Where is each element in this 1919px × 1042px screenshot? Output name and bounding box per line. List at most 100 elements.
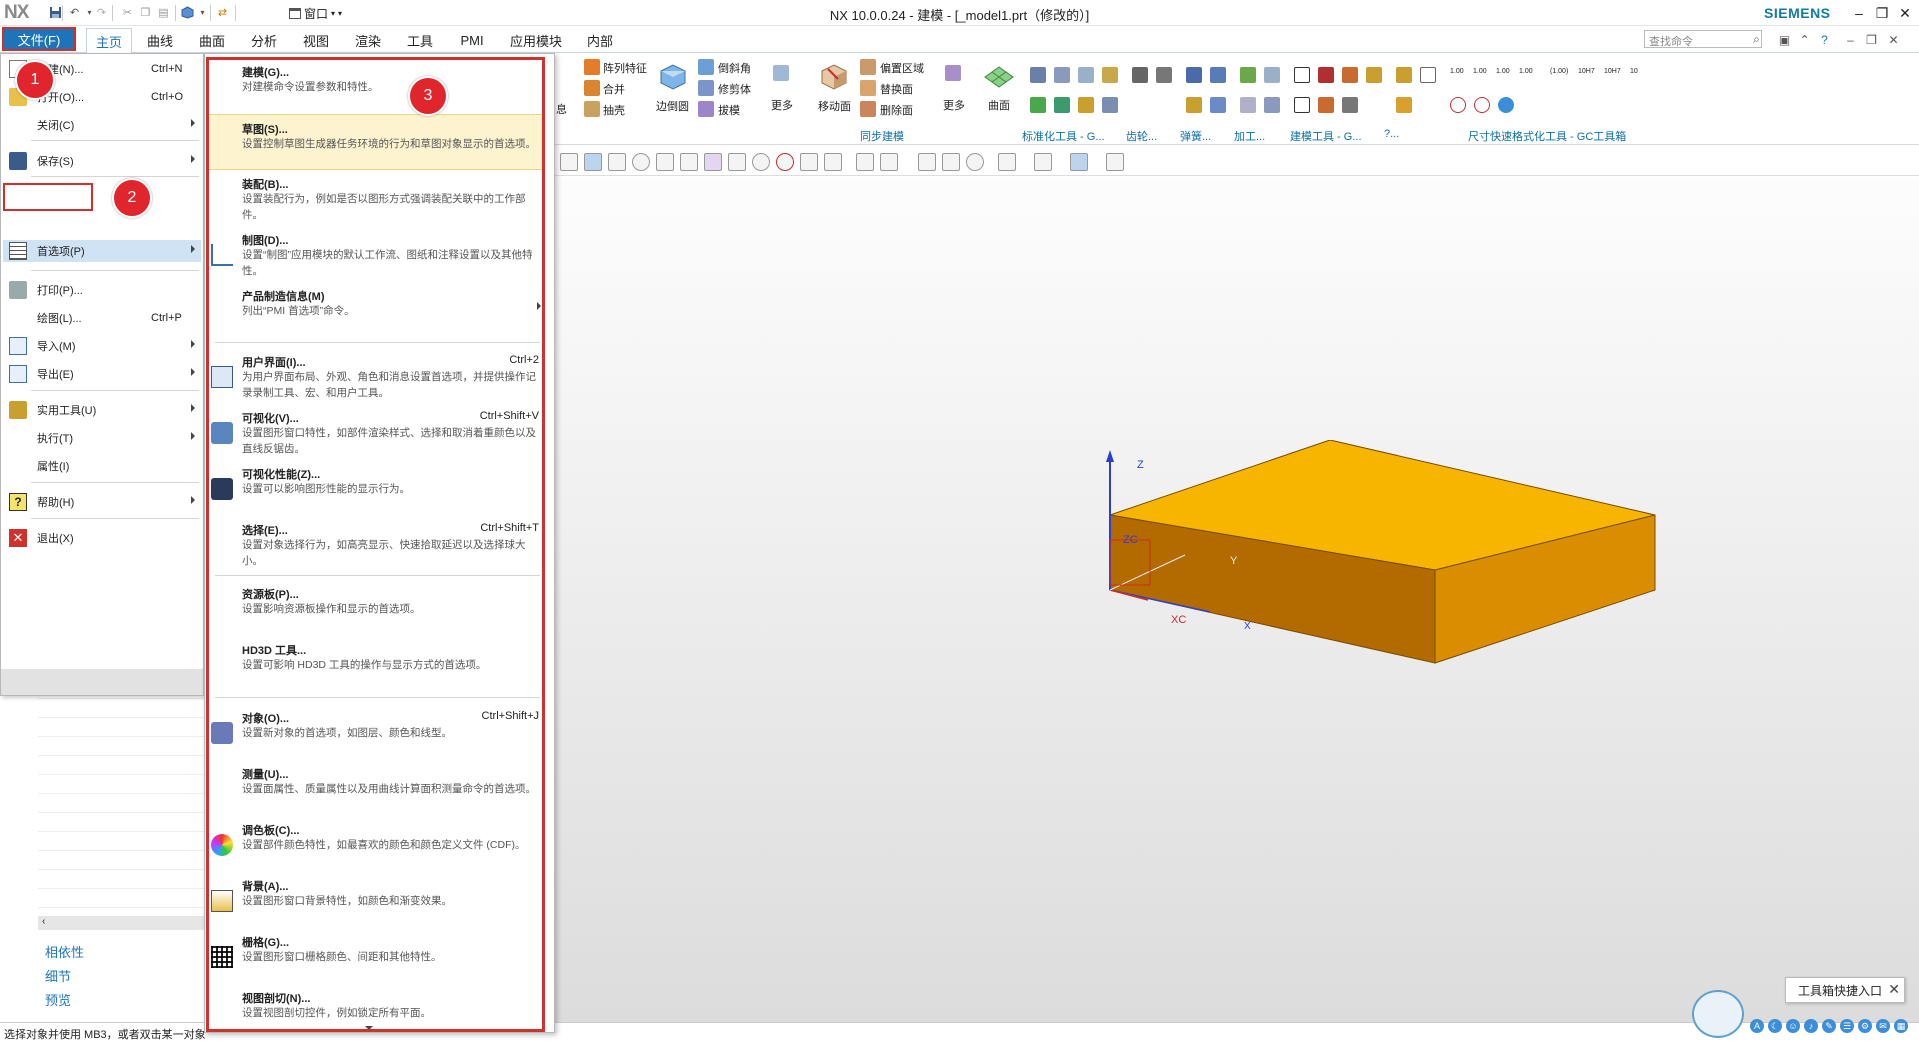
scroll-left-icon[interactable]: ‹ [42, 916, 45, 927]
modeling-tool-icon[interactable] [1318, 67, 1334, 83]
pref-pmi[interactable]: 产品制造信息(M) 列出“PMI 首选项”命令。 [207, 282, 545, 338]
tray-icon[interactable]: ✎ [1822, 1019, 1836, 1033]
plus-icon[interactable] [800, 153, 818, 171]
pref-drafting[interactable]: 制图(D)... 设置“制图”应用模块的默认工作流、图纸和注释设置以及其他特性。 [207, 226, 545, 282]
file-menu-help[interactable]: ? 帮助(H) [3, 491, 201, 513]
tab-surface[interactable]: 曲面 [192, 30, 232, 50]
chamfer-label[interactable]: 倒斜角 [718, 60, 751, 76]
intersect-icon[interactable] [728, 153, 746, 171]
gear-tool-icon[interactable] [1156, 67, 1172, 83]
shell-icon[interactable] [584, 101, 600, 117]
file-menu-export[interactable]: 导出(E) [3, 363, 201, 385]
tab-curve[interactable]: 曲线 [140, 30, 180, 50]
save-icon[interactable] [48, 5, 63, 20]
tolerance-label[interactable]: 10 [1630, 68, 1638, 75]
tray-icon[interactable]: ♪ [1804, 1019, 1818, 1033]
window-menu[interactable]: 窗口 ▾ ▾ [289, 3, 342, 23]
machining-tool-icon[interactable] [1240, 97, 1256, 113]
pattern-feature-icon[interactable] [584, 59, 600, 75]
minimize-button[interactable]: – [1848, 3, 1870, 23]
fit-icon[interactable] [918, 153, 936, 171]
offset-region-label[interactable]: 偏置区域 [880, 60, 924, 76]
pref-assemblies[interactable]: 装配(B)... 设置装配行为，例如是否以图形方式强调装配关联中的工作部件。 [207, 170, 545, 226]
restore-button[interactable]: ❐ [1871, 3, 1893, 23]
search-icon[interactable]: ⌕ [1748, 31, 1765, 48]
delete-face-icon[interactable] [860, 101, 876, 117]
dimension-format-icon[interactable] [1420, 67, 1436, 83]
tab-view[interactable]: 视图 [296, 30, 336, 50]
close-button[interactable]: ✕ [1894, 3, 1916, 23]
tolerance-label[interactable]: 1.00 [1519, 68, 1533, 75]
pref-user-interface[interactable]: 用户界面(I)... Ctrl+2 为用户界面布局、外观、角色和消息设置首选项，… [207, 348, 545, 404]
edge-blend-icon[interactable] [657, 59, 689, 91]
draft-label[interactable]: 拔模 [718, 102, 740, 118]
view-options-icon[interactable] [1106, 153, 1124, 171]
tab-render[interactable]: 渲染 [348, 30, 388, 50]
pref-visualization-performance[interactable]: 可视化性能(Z)... 设置可以影响图形性能的显示行为。 [207, 460, 545, 516]
tolerance-label[interactable]: 10H7 [1578, 68, 1595, 75]
nav-details[interactable]: 细节 [45, 966, 71, 985]
nav-preview[interactable]: 预览 [45, 990, 71, 1009]
tray-icon[interactable]: ▦ [1894, 1019, 1908, 1033]
spline-icon[interactable] [704, 153, 722, 171]
file-menu-close[interactable]: 关闭(C) [3, 114, 201, 136]
render-style-icon[interactable] [1034, 153, 1052, 171]
center-icon[interactable] [752, 153, 770, 171]
snap-icon[interactable] [608, 153, 626, 171]
zoom-icon[interactable] [942, 153, 960, 171]
block-model[interactable] [1100, 440, 1660, 700]
other-tool-icon[interactable] [1396, 97, 1412, 113]
toolbox-shortcut-tooltip[interactable]: 工具箱快捷入口 ✕ [1785, 977, 1905, 1003]
copy-icon[interactable]: ❐ [138, 5, 153, 20]
surface-label[interactable]: 曲面 [988, 97, 1010, 113]
pref-object[interactable]: 对象(O)... Ctrl+Shift+J 设置新对象的首选项，如图层、颜色和线… [207, 704, 545, 760]
tab-home[interactable]: 主页 [86, 28, 132, 53]
line-icon[interactable] [656, 153, 674, 171]
file-menu-utilities[interactable]: 实用工具(U) [3, 399, 201, 421]
standard-tool-icon[interactable] [1078, 97, 1094, 113]
shell-label[interactable]: 抽壳 [603, 102, 625, 118]
tab-internal[interactable]: 内部 [580, 30, 620, 50]
modeling-tool-icon[interactable] [1342, 67, 1358, 83]
assistant-mascot-icon[interactable] [1692, 990, 1744, 1038]
cube-icon[interactable] [584, 153, 602, 171]
navigator-list[interactable] [38, 680, 208, 920]
tray-icon[interactable]: ✉ [1876, 1019, 1890, 1033]
more-icon[interactable] [773, 65, 789, 81]
tray-icon[interactable]: ☺ [1786, 1019, 1800, 1033]
dimension-format-icon[interactable] [1474, 97, 1490, 113]
unite-icon[interactable] [584, 80, 600, 96]
modeling-tool-icon[interactable] [1294, 97, 1310, 113]
edge-blend-label[interactable]: 边倒圆 [656, 98, 689, 114]
surface-icon[interactable] [983, 61, 1015, 93]
standard-tool-icon[interactable] [1102, 97, 1118, 113]
file-menu-exit[interactable]: ✕ 退出(X) [3, 527, 201, 549]
repeat-command-icon[interactable]: ⇄ [215, 5, 230, 20]
view-icon[interactable] [560, 153, 578, 171]
spring-tool-icon[interactable] [1186, 67, 1202, 83]
tolerance-label[interactable]: 1.00 [1496, 68, 1510, 75]
curve-icon[interactable] [680, 153, 698, 171]
standard-tool-icon[interactable] [1030, 67, 1046, 83]
layout-icon[interactable]: ▣ [1776, 31, 1793, 48]
pref-selection[interactable]: 选择(E)... Ctrl+Shift+T 设置对象选择行为，如高亮显示、快速拾… [207, 516, 545, 572]
chevron-up-icon[interactable]: ⌃ [1796, 31, 1813, 48]
pref-visualization[interactable]: 可视化(V)... Ctrl+Shift+V 设置图形窗口特性，如部件渲染样式、… [207, 404, 545, 460]
standard-tool-icon[interactable] [1054, 97, 1070, 113]
standard-tool-icon[interactable] [1054, 67, 1070, 83]
more-icon[interactable] [945, 65, 961, 81]
move-face-label[interactable]: 移动面 [818, 98, 851, 114]
pref-background[interactable]: 背景(A)... 设置图形窗口背景特性，如颜色和渐变效果。 [207, 872, 545, 928]
gear-tool-icon[interactable] [1132, 67, 1148, 83]
replace-face-icon[interactable] [860, 80, 876, 96]
pref-hd3d-tools[interactable]: HD3D 工具... 设置可影响 HD3D 工具的操作与显示方式的首选项。 [207, 636, 545, 692]
chevron-down-icon[interactable]: ▾ [195, 5, 210, 20]
file-menu-save[interactable]: 保存(S) [3, 150, 201, 172]
paste-icon[interactable]: ▤ [156, 5, 171, 20]
redo-icon[interactable]: ↷ [94, 5, 109, 20]
doc-restore-icon[interactable]: ❐ [1863, 31, 1880, 48]
tolerance-label[interactable]: 10H7 [1604, 68, 1621, 75]
delete-face-label[interactable]: 删除面 [880, 102, 913, 118]
close-icon[interactable]: ✕ [1888, 981, 1900, 998]
trim-body-icon[interactable] [698, 80, 714, 96]
